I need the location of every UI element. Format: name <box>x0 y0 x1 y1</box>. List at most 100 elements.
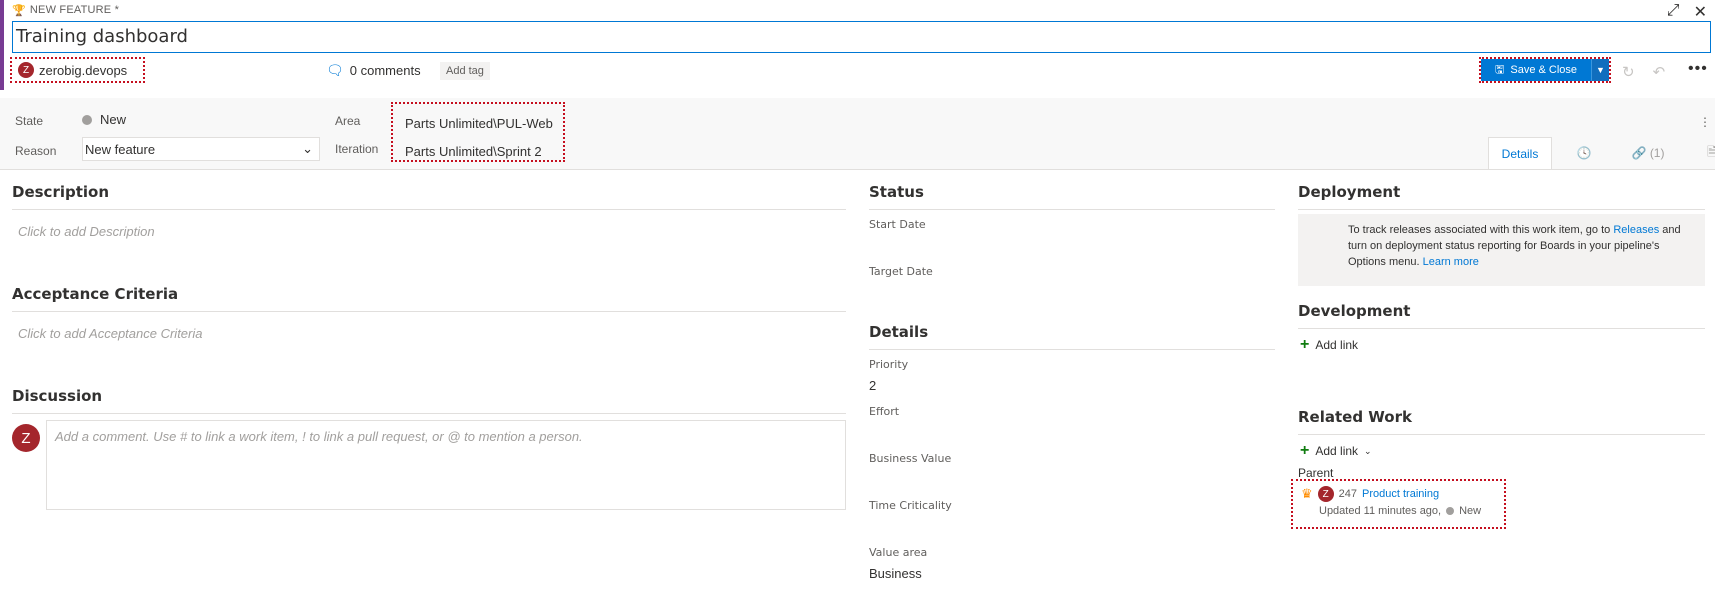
status-heading: Status <box>869 183 924 201</box>
divider <box>1298 209 1705 210</box>
area-iteration-fields: Parts Unlimited\PUL-Web Parts Unlimited\… <box>391 102 565 162</box>
tab-attachments[interactable]: 🗎 <box>1680 137 1715 169</box>
undo-icon[interactable]: ↶ <box>1653 63 1666 81</box>
priority-value[interactable]: 2 <box>869 378 876 393</box>
acceptance-criteria-field[interactable]: Click to add Acceptance Criteria <box>18 326 203 341</box>
value-area-value[interactable]: Business <box>869 566 922 581</box>
comments-link[interactable]: 🗨 0 comments <box>326 62 421 79</box>
divider <box>12 413 846 414</box>
divider <box>1298 328 1705 329</box>
plus-icon: + <box>1300 336 1310 353</box>
divider <box>12 209 846 210</box>
deployment-heading: Deployment <box>1298 183 1401 201</box>
acceptance-criteria-heading: Acceptance Criteria <box>12 285 179 303</box>
related-add-link-button[interactable]: + Add link ⌄ <box>1300 442 1372 459</box>
work-item-type-label: NEW FEATURE * <box>29 4 120 16</box>
target-date-label: Target Date <box>869 265 933 278</box>
trophy-icon: 🏆 <box>12 4 26 17</box>
links-count: (1) <box>1649 146 1665 160</box>
business-value-label: Business Value <box>869 452 952 465</box>
effort-field[interactable] <box>869 419 1269 441</box>
save-icon: 🖫 <box>1494 63 1505 76</box>
parent-work-item[interactable]: ♛ Z 247 Product training Updated 11 minu… <box>1291 479 1506 529</box>
development-add-link[interactable]: + Add link <box>1300 336 1359 353</box>
refresh-icon[interactable]: ↻ <box>1622 63 1635 81</box>
field-options-icon[interactable]: ⋮ <box>1699 115 1711 129</box>
parent-title-link[interactable]: Product training <box>1362 488 1439 500</box>
save-close-label: Save & Close <box>1510 64 1578 76</box>
expand-icon[interactable]: ⤢ <box>1667 2 1680 22</box>
description-field[interactable]: Click to add Description <box>18 224 155 239</box>
parent-label: Parent <box>1298 466 1334 480</box>
window-controls: ⤢ ✕ <box>1667 2 1707 22</box>
area-label: Area <box>335 114 361 128</box>
state-dot <box>82 114 92 125</box>
add-tag-button[interactable]: Add tag <box>440 62 490 80</box>
state-label: State <box>15 114 44 128</box>
plus-icon: + <box>1300 442 1310 459</box>
save-close-button[interactable]: 🖫 Save & Close <box>1481 59 1591 81</box>
priority-label: Priority <box>869 358 909 371</box>
state-field[interactable]: New <box>82 112 126 127</box>
title-input[interactable]: Training dashboard <box>12 21 1711 53</box>
time-criticality-label: Time Criticality <box>869 499 952 512</box>
comment-placeholder: Add a comment. Use # to link a work item… <box>55 429 583 444</box>
comment-input[interactable]: Add a comment. Use # to link a work item… <box>46 420 846 510</box>
avatar: Z <box>18 62 34 78</box>
work-item-type-header: 🏆 NEW FEATURE * <box>12 2 119 18</box>
start-date-field[interactable] <box>869 232 1269 254</box>
assigned-to-field[interactable]: Z zerobig.devops <box>10 57 145 83</box>
parent-meta: Updated 11 minutes ago, New <box>1301 505 1504 517</box>
divider <box>1298 434 1705 435</box>
discussion-heading: Discussion <box>12 387 103 405</box>
parent-updated: Updated 11 minutes ago, <box>1319 505 1442 517</box>
parent-state: New <box>1459 505 1482 517</box>
state-value: New <box>100 112 127 127</box>
tab-history[interactable]: 🕓 <box>1552 137 1616 169</box>
save-options-dropdown[interactable]: ▼ <box>1591 59 1609 81</box>
chevron-down-icon: ▼ <box>1596 65 1605 75</box>
target-date-field[interactable] <box>869 279 1269 301</box>
state-dot <box>1446 507 1455 515</box>
divider <box>12 311 846 312</box>
attachment-icon: 🗎 <box>1707 144 1715 159</box>
work-item-tabs: Details 🕓 🔗 (1) 🗎 <box>1488 137 1715 169</box>
iteration-value[interactable]: Parts Unlimited\Sprint 2 <box>405 138 563 166</box>
more-actions-icon[interactable]: ••• <box>1688 60 1708 78</box>
effort-label: Effort <box>869 405 900 418</box>
divider <box>869 209 1275 210</box>
link-icon: 🔗 <box>1631 146 1647 160</box>
chevron-down-icon: ⌄ <box>302 141 313 156</box>
business-value-field[interactable] <box>869 466 1269 488</box>
parent-id: 247 <box>1338 488 1358 500</box>
deployment-text-1: To track releases associated with this w… <box>1348 224 1611 236</box>
iteration-label: Iteration <box>335 142 379 156</box>
area-value[interactable]: Parts Unlimited\PUL-Web <box>405 110 563 138</box>
close-icon[interactable]: ✕ <box>1694 2 1707 22</box>
releases-link[interactable]: Releases <box>1613 224 1659 236</box>
add-link-label: Add link <box>1315 338 1359 352</box>
deployment-info: To track releases associated with this w… <box>1298 214 1705 286</box>
reason-select[interactable]: New feature ⌄ <box>82 137 320 161</box>
tab-links[interactable]: 🔗 (1) <box>1616 137 1680 169</box>
time-criticality-field[interactable] <box>869 513 1269 535</box>
work-item-type-color-bar <box>0 0 4 90</box>
toolbar-icons: ↻ ↶ <box>1622 63 1665 81</box>
description-heading: Description <box>12 183 110 201</box>
avatar: Z <box>1317 486 1334 502</box>
parent-item-row: ♛ Z 247 Product training <box>1301 486 1504 502</box>
learn-more-link[interactable]: Learn more <box>1423 256 1479 268</box>
details-heading: Details <box>869 323 929 341</box>
save-close-group: 🖫 Save & Close ▼ <box>1479 57 1611 83</box>
related-work-heading: Related Work <box>1298 408 1412 426</box>
divider <box>869 349 1275 350</box>
reason-value: New feature <box>85 141 156 157</box>
assigned-user-name: zerobig.devops <box>39 62 128 78</box>
avatar: Z <box>12 424 40 452</box>
tab-details[interactable]: Details <box>1488 137 1552 169</box>
chevron-down-icon: ⌄ <box>1364 445 1372 456</box>
start-date-label: Start Date <box>869 218 926 231</box>
value-area-label: Value area <box>869 546 928 559</box>
development-heading: Development <box>1298 302 1411 320</box>
comment-icon: 🗨 <box>326 62 344 78</box>
